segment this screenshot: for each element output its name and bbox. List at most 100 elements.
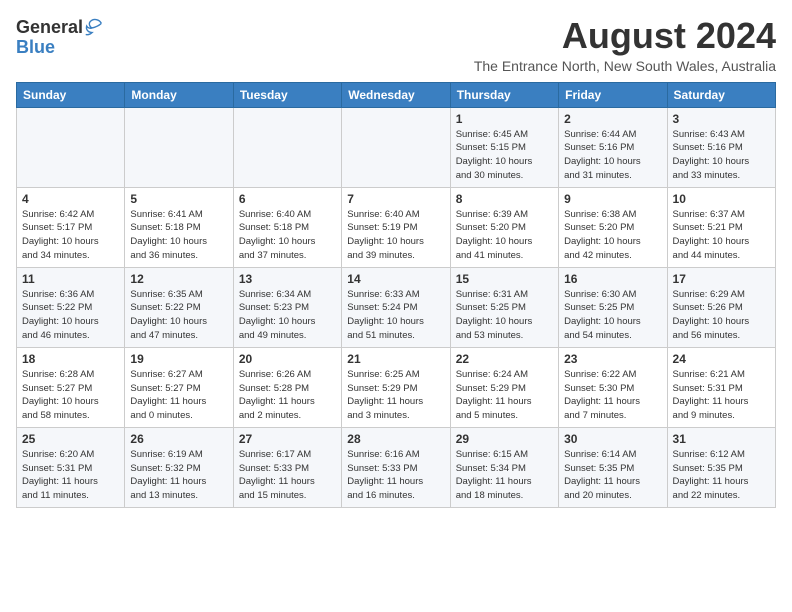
day-cell-31: 31 Sunrise: 6:12 AMSunset: 5:35 PMDayligh… (667, 427, 775, 507)
day-info: Sunrise: 6:16 AMSunset: 5:33 PMDaylight:… (347, 448, 444, 503)
day-cell-15: 15Sunrise: 6:31 AMSunset: 5:25 PMDayligh… (450, 267, 558, 347)
day-info: Sunrise: 6:40 AMSunset: 5:19 PMDaylight:… (347, 208, 444, 263)
day-info: Sunrise: 6:14 AMSunset: 5:35 PMDaylight:… (564, 448, 661, 503)
day-cell-9: 9 Sunrise: 6:38 AMSunset: 5:20 PMDaylight… (559, 187, 667, 267)
day-cell-5: 5Sunrise: 6:41 AMSunset: 5:18 PMDaylight… (125, 187, 233, 267)
day-cell-29: 29 Sunrise: 6:15 AMSunset: 5:34 PMDayligh… (450, 427, 558, 507)
week-row-3: 11 Sunrise: 6:36 AMSunset: 5:22 PMDayligh… (17, 267, 776, 347)
empty-cell (125, 107, 233, 187)
day-number: 30 (564, 432, 661, 446)
day-info: Sunrise: 6:36 AMSunset: 5:22 PMDaylight:… (22, 288, 119, 343)
day-number: 23 (564, 352, 661, 366)
day-info: Sunrise: 6:45 AMSunset: 5:15 PMDaylight:… (456, 128, 553, 183)
month-title: August 2024 (474, 16, 776, 56)
day-number: 19 (130, 352, 227, 366)
day-cell-12: 12 Sunrise: 6:35 AMSunset: 5:22 PMDayligh… (125, 267, 233, 347)
day-number: 20 (239, 352, 336, 366)
day-cell-23: 23Sunrise: 6:22 AMSunset: 5:30 PMDayligh… (559, 347, 667, 427)
day-cell-7: 7 Sunrise: 6:40 AMSunset: 5:19 PMDaylight… (342, 187, 450, 267)
weekday-header-row: SundayMondayTuesdayWednesdayThursdayFrid… (17, 82, 776, 107)
day-number: 26 (130, 432, 227, 446)
day-number: 13 (239, 272, 336, 286)
day-cell-10: 10 Sunrise: 6:37 AMSunset: 5:21 PMDayligh… (667, 187, 775, 267)
day-number: 8 (456, 192, 553, 206)
day-cell-30: 30 Sunrise: 6:14 AMSunset: 5:35 PMDayligh… (559, 427, 667, 507)
weekday-header-sunday: Sunday (17, 82, 125, 107)
day-number: 24 (673, 352, 770, 366)
day-number: 10 (673, 192, 770, 206)
day-info: Sunrise: 6:24 AMSunset: 5:29 PMDaylight:… (456, 368, 553, 423)
week-row-4: 18 Sunrise: 6:28 AMSunset: 5:27 PMDayligh… (17, 347, 776, 427)
day-cell-11: 11 Sunrise: 6:36 AMSunset: 5:22 PMDayligh… (17, 267, 125, 347)
day-number: 3 (673, 112, 770, 126)
day-number: 7 (347, 192, 444, 206)
day-info: Sunrise: 6:40 AMSunset: 5:18 PMDaylight:… (239, 208, 336, 263)
day-number: 16 (564, 272, 661, 286)
day-info: Sunrise: 6:19 AMSunset: 5:32 PMDaylight:… (130, 448, 227, 503)
day-info: Sunrise: 6:20 AMSunset: 5:31 PMDaylight:… (22, 448, 119, 503)
day-number: 11 (22, 272, 119, 286)
empty-cell (233, 107, 341, 187)
day-info: Sunrise: 6:27 AMSunset: 5:27 PMDaylight:… (130, 368, 227, 423)
day-number: 18 (22, 352, 119, 366)
day-number: 21 (347, 352, 444, 366)
logo-general: General (16, 18, 83, 36)
weekday-header-tuesday: Tuesday (233, 82, 341, 107)
empty-cell (17, 107, 125, 187)
day-info: Sunrise: 6:44 AMSunset: 5:16 PMDaylight:… (564, 128, 661, 183)
day-info: Sunrise: 6:33 AMSunset: 5:24 PMDaylight:… (347, 288, 444, 343)
day-cell-24: 24Sunrise: 6:21 AMSunset: 5:31 PMDayligh… (667, 347, 775, 427)
day-info: Sunrise: 6:30 AMSunset: 5:25 PMDaylight:… (564, 288, 661, 343)
day-info: Sunrise: 6:35 AMSunset: 5:22 PMDaylight:… (130, 288, 227, 343)
day-info: Sunrise: 6:12 AMSunset: 5:35 PMDaylight:… (673, 448, 770, 503)
weekday-header-saturday: Saturday (667, 82, 775, 107)
logo: General Blue (16, 16, 105, 56)
day-number: 1 (456, 112, 553, 126)
day-number: 17 (673, 272, 770, 286)
weekday-header-thursday: Thursday (450, 82, 558, 107)
weekday-header-monday: Monday (125, 82, 233, 107)
weekday-header-wednesday: Wednesday (342, 82, 450, 107)
day-cell-21: 21 Sunrise: 6:25 AMSunset: 5:29 PMDayligh… (342, 347, 450, 427)
day-info: Sunrise: 6:17 AMSunset: 5:33 PMDaylight:… (239, 448, 336, 503)
day-info: Sunrise: 6:15 AMSunset: 5:34 PMDaylight:… (456, 448, 553, 503)
day-info: Sunrise: 6:42 AMSunset: 5:17 PMDaylight:… (22, 208, 119, 263)
day-number: 28 (347, 432, 444, 446)
day-number: 9 (564, 192, 661, 206)
logo-bird-icon (83, 16, 105, 38)
title-section: August 2024 The Entrance North, New Sout… (474, 16, 776, 74)
day-cell-27: 27 Sunrise: 6:17 AMSunset: 5:33 PMDayligh… (233, 427, 341, 507)
day-number: 6 (239, 192, 336, 206)
day-cell-17: 17 Sunrise: 6:29 AMSunset: 5:26 PMDayligh… (667, 267, 775, 347)
day-number: 31 (673, 432, 770, 446)
day-cell-26: 26 Sunrise: 6:19 AMSunset: 5:32 PMDayligh… (125, 427, 233, 507)
day-number: 25 (22, 432, 119, 446)
page-header: General Blue August 2024 The Entrance No… (16, 16, 776, 74)
calendar-table: SundayMondayTuesdayWednesdayThursdayFrid… (16, 82, 776, 508)
day-info: Sunrise: 6:28 AMSunset: 5:27 PMDaylight:… (22, 368, 119, 423)
day-cell-25: 25 Sunrise: 6:20 AMSunset: 5:31 PMDayligh… (17, 427, 125, 507)
day-info: Sunrise: 6:37 AMSunset: 5:21 PMDaylight:… (673, 208, 770, 263)
week-row-2: 4Sunrise: 6:42 AMSunset: 5:17 PMDaylight… (17, 187, 776, 267)
logo-blue: Blue (16, 38, 55, 56)
day-number: 5 (130, 192, 227, 206)
day-cell-6: 6 Sunrise: 6:40 AMSunset: 5:18 PMDaylight… (233, 187, 341, 267)
day-number: 22 (456, 352, 553, 366)
day-cell-3: 3 Sunrise: 6:43 AMSunset: 5:16 PMDaylight… (667, 107, 775, 187)
day-info: Sunrise: 6:38 AMSunset: 5:20 PMDaylight:… (564, 208, 661, 263)
day-number: 27 (239, 432, 336, 446)
day-info: Sunrise: 6:34 AMSunset: 5:23 PMDaylight:… (239, 288, 336, 343)
day-info: Sunrise: 6:43 AMSunset: 5:16 PMDaylight:… (673, 128, 770, 183)
week-row-5: 25 Sunrise: 6:20 AMSunset: 5:31 PMDayligh… (17, 427, 776, 507)
day-info: Sunrise: 6:29 AMSunset: 5:26 PMDaylight:… (673, 288, 770, 343)
day-info: Sunrise: 6:39 AMSunset: 5:20 PMDaylight:… (456, 208, 553, 263)
day-number: 14 (347, 272, 444, 286)
day-number: 29 (456, 432, 553, 446)
day-cell-13: 13 Sunrise: 6:34 AMSunset: 5:23 PMDayligh… (233, 267, 341, 347)
day-number: 15 (456, 272, 553, 286)
day-info: Sunrise: 6:25 AMSunset: 5:29 PMDaylight:… (347, 368, 444, 423)
day-cell-14: 14 Sunrise: 6:33 AMSunset: 5:24 PMDayligh… (342, 267, 450, 347)
day-number: 12 (130, 272, 227, 286)
day-number: 2 (564, 112, 661, 126)
day-cell-8: 8 Sunrise: 6:39 AMSunset: 5:20 PMDaylight… (450, 187, 558, 267)
